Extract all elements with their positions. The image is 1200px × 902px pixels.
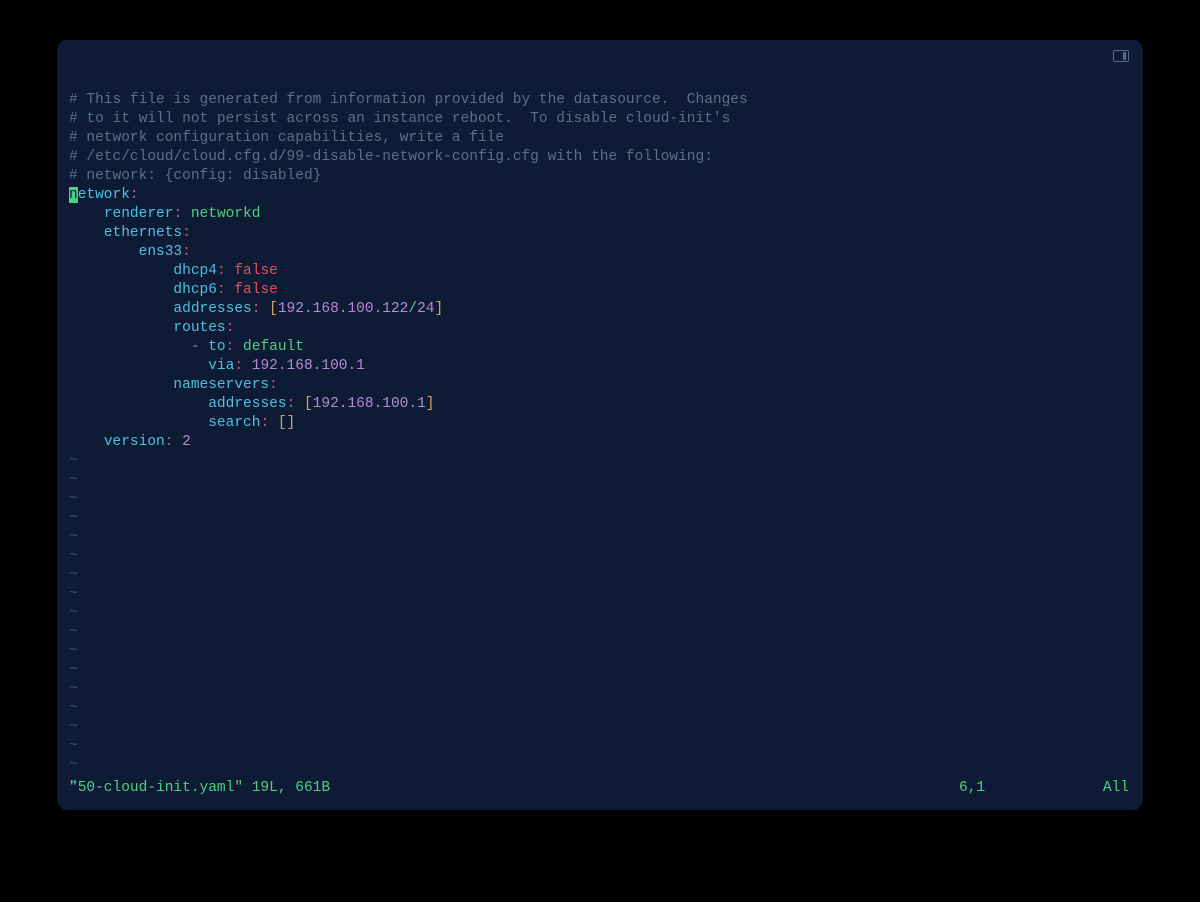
colon: :	[252, 301, 261, 317]
yaml-value: 2	[182, 434, 191, 450]
comment-line: # This file is generated from informatio…	[69, 92, 748, 108]
empty-line-marker: ~	[69, 510, 78, 526]
netmask: 24	[417, 301, 434, 317]
colon: :	[234, 358, 243, 374]
yaml-value: networkd	[191, 206, 261, 222]
colon: :	[217, 263, 226, 279]
colon: :	[165, 434, 174, 450]
bracket: ]	[426, 396, 435, 412]
empty-line-marker: ~	[69, 719, 78, 735]
bracket: [	[269, 301, 278, 317]
yaml-key: addresses	[173, 301, 251, 317]
yaml-value: default	[243, 339, 304, 355]
colon: :	[226, 339, 235, 355]
empty-line-marker: ~	[69, 472, 78, 488]
yaml-key: dhcp6	[173, 282, 217, 298]
colon: :	[217, 282, 226, 298]
comment-line: # network configuration capabilities, wr…	[69, 130, 504, 146]
ip-address: 192.168.100.1	[313, 396, 426, 412]
vim-editor[interactable]: # This file is generated from informatio…	[69, 72, 1131, 780]
empty-line-marker: ~	[69, 757, 78, 773]
comment-line: # /etc/cloud/cloud.cfg.d/99-disable-netw…	[69, 149, 713, 165]
comment-line: # to it will not persist across an insta…	[69, 111, 730, 127]
empty-line-marker: ~	[69, 491, 78, 507]
status-spacer	[330, 779, 959, 798]
empty-line-marker: ~	[69, 681, 78, 697]
yaml-value: false	[234, 282, 278, 298]
comment-line: # network: {config: disabled}	[69, 168, 321, 184]
yaml-key: ethernets	[104, 225, 182, 241]
dash: -	[191, 339, 200, 355]
terminal-window: # This file is generated from informatio…	[57, 40, 1143, 810]
yaml-key: etwork	[78, 187, 130, 203]
colon: :	[173, 206, 182, 222]
empty-line-marker: ~	[69, 624, 78, 640]
colon: :	[130, 187, 139, 203]
yaml-key: version	[104, 434, 165, 450]
status-cursor-position: 6,1	[959, 779, 1089, 798]
empty-line-marker: ~	[69, 605, 78, 621]
empty-line-marker: ~	[69, 643, 78, 659]
colon: :	[182, 244, 191, 260]
bracket: [	[304, 396, 313, 412]
yaml-key: addresses	[208, 396, 286, 412]
empty-line-marker: ~	[69, 738, 78, 754]
empty-line-marker: ~	[69, 453, 78, 469]
colon: :	[269, 377, 278, 393]
panel-icon	[1113, 50, 1129, 62]
yaml-key: nameservers	[173, 377, 269, 393]
yaml-key: to	[208, 339, 225, 355]
empty-line-marker: ~	[69, 529, 78, 545]
yaml-key: ens33	[139, 244, 183, 260]
empty-line-marker: ~	[69, 586, 78, 602]
status-scroll-percent: All	[1089, 779, 1129, 798]
empty-line-marker: ~	[69, 567, 78, 583]
slash: /	[408, 301, 417, 317]
ip-address: 192.168.100.1	[252, 358, 365, 374]
empty-line-marker: ~	[69, 700, 78, 716]
yaml-key: search	[208, 415, 260, 431]
cursor: n	[69, 187, 78, 203]
bracket: []	[278, 415, 295, 431]
colon: :	[226, 320, 235, 336]
bracket: ]	[435, 301, 444, 317]
empty-line-marker: ~	[69, 548, 78, 564]
yaml-key: renderer	[104, 206, 174, 222]
colon: :	[182, 225, 191, 241]
status-filename: "50-cloud-init.yaml" 19L, 661B	[69, 779, 330, 798]
yaml-key: routes	[173, 320, 225, 336]
yaml-key: dhcp4	[173, 263, 217, 279]
empty-line-marker: ~	[69, 662, 78, 678]
colon: :	[260, 415, 269, 431]
yaml-value: false	[234, 263, 278, 279]
colon: :	[287, 396, 296, 412]
vim-status-bar: "50-cloud-init.yaml" 19L, 661B 6,1 All	[69, 779, 1129, 798]
ip-address: 192.168.100.122	[278, 301, 409, 317]
yaml-key: via	[208, 358, 234, 374]
